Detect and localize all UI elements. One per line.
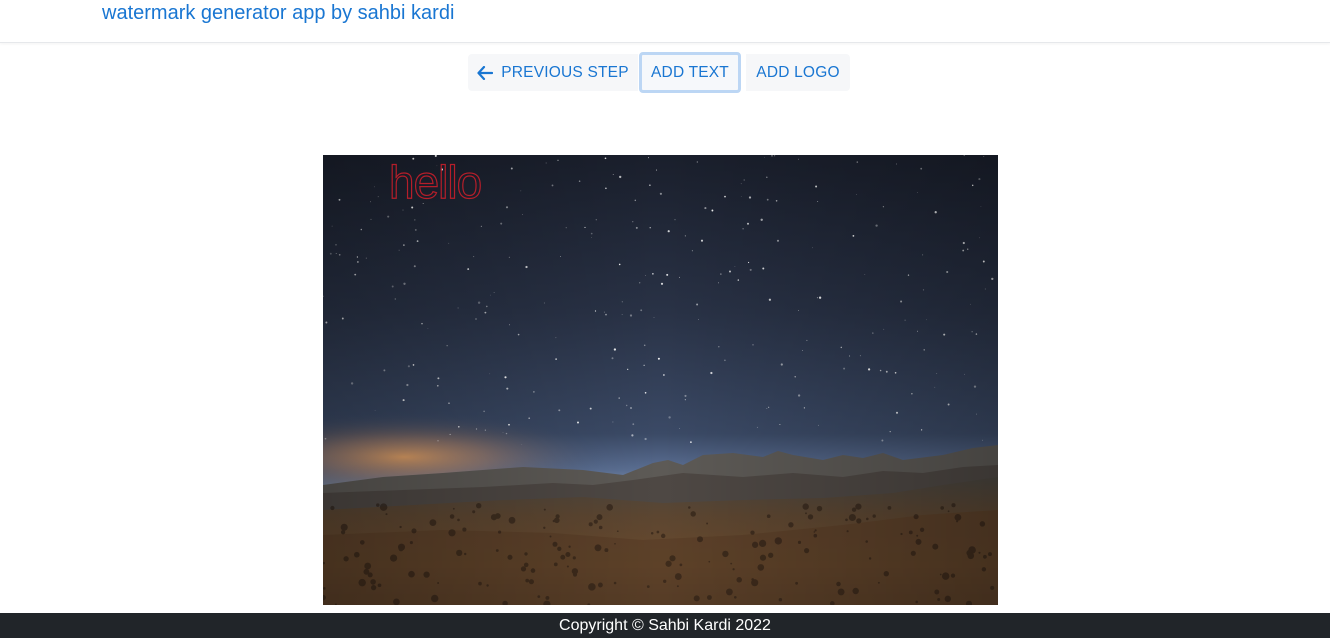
add-text-label: ADD TEXT [651, 63, 729, 81]
brand-link[interactable]: watermark generator app by sahbi kardi [102, 2, 454, 25]
arrow-left-icon [477, 65, 494, 80]
step-toolbar: PREVIOUS STEP ADD TEXT ADD LOGO [468, 52, 850, 93]
watermark-canvas[interactable]: hello [323, 155, 998, 605]
previous-step-button[interactable]: PREVIOUS STEP [468, 54, 638, 91]
add-text-button[interactable]: ADD TEXT [639, 52, 741, 93]
night-landscape-image [323, 155, 998, 605]
previous-step-label: PREVIOUS STEP [501, 63, 629, 81]
watermark-text[interactable]: hello [388, 155, 482, 209]
top-navbar: watermark generator app by sahbi kardi [0, 0, 1330, 43]
footer: Copyright © Sahbi Kardi 2022 [0, 613, 1330, 638]
add-logo-button[interactable]: ADD LOGO [746, 54, 850, 91]
copyright-text: Copyright © Sahbi Kardi 2022 [559, 617, 771, 634]
add-logo-label: ADD LOGO [756, 63, 840, 81]
